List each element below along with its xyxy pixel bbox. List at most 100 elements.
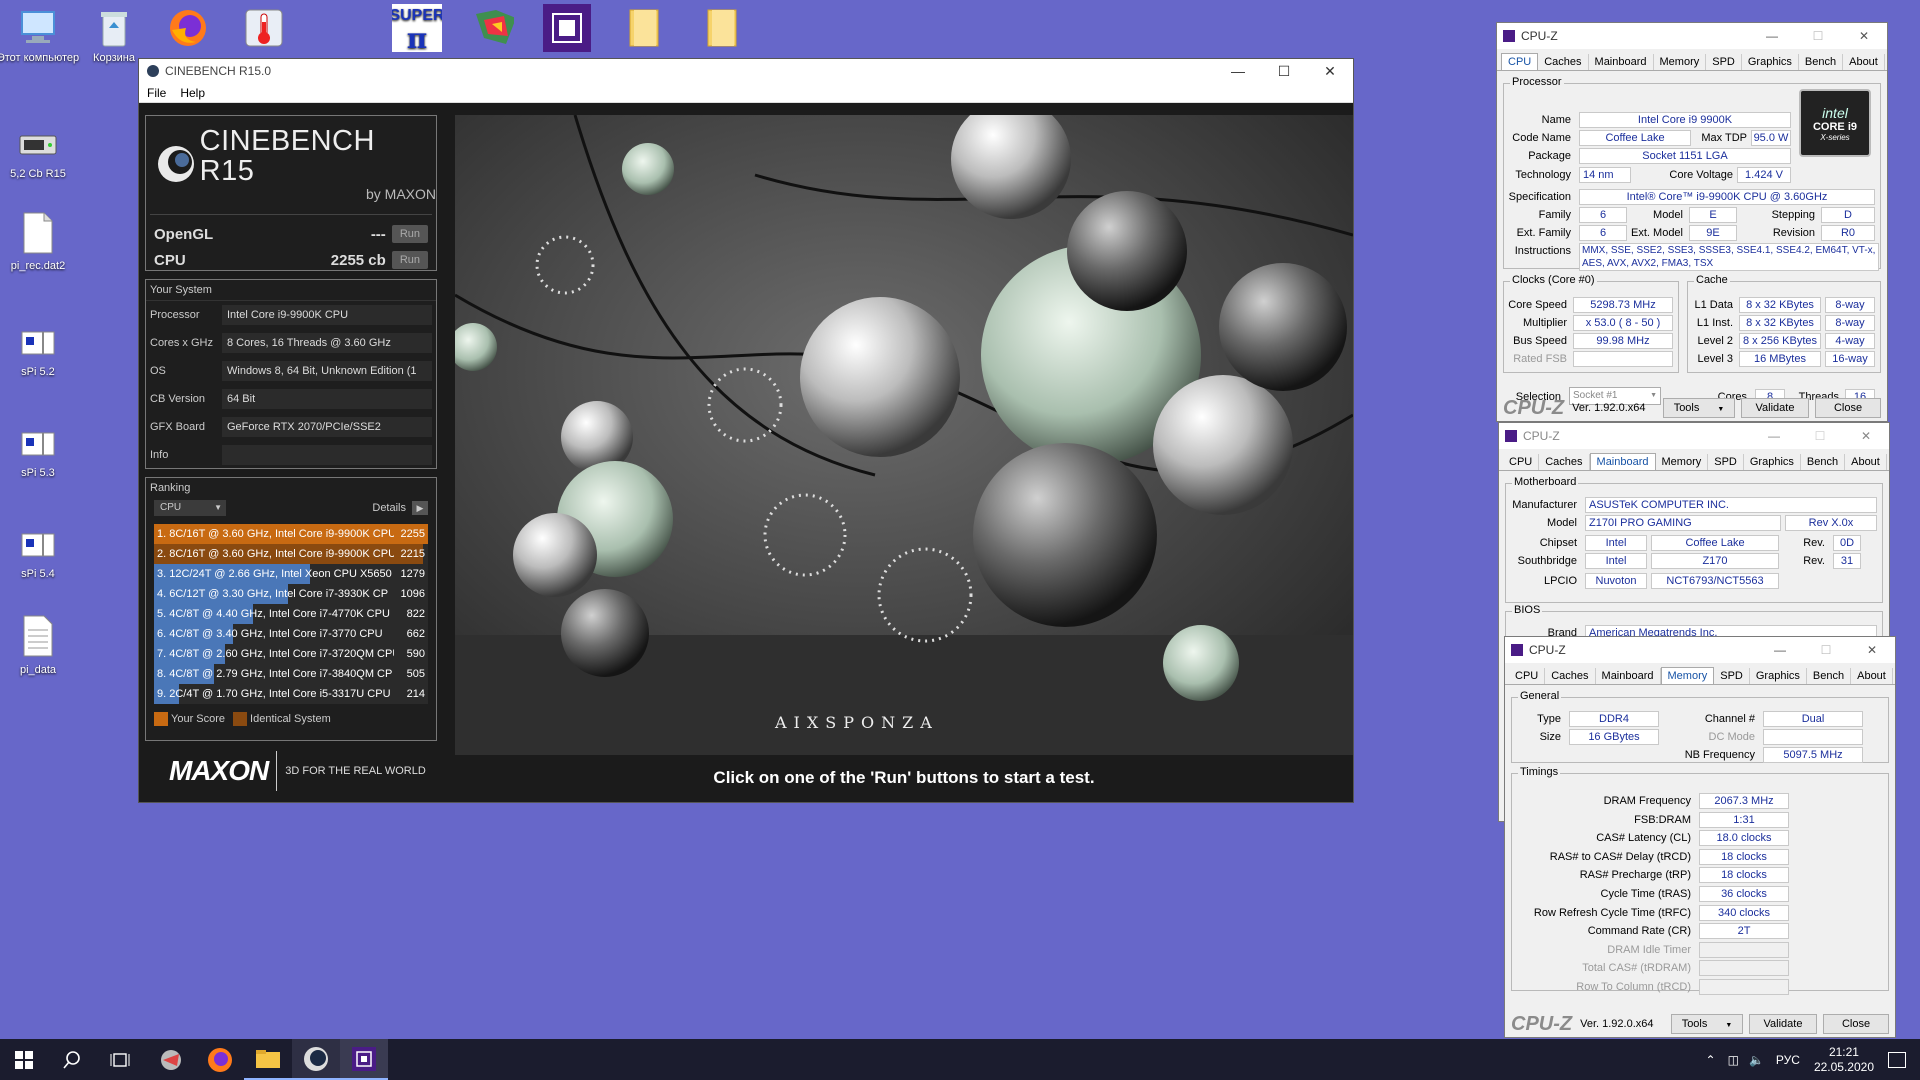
- tab-mainboard[interactable]: Mainboard: [1596, 668, 1661, 684]
- desktop-icon-folder-2[interactable]: [680, 8, 764, 52]
- ranking-row[interactable]: 7. 4C/8T @ 2.60 GHz, Intel Core i7-3720Q…: [154, 644, 428, 664]
- tab-memory[interactable]: Memory: [1654, 54, 1707, 70]
- desktop-icon-pi-rec[interactable]: pi_rec.dat2: [0, 210, 80, 273]
- tab-caches[interactable]: Caches: [1539, 454, 1590, 470]
- tab-mainboard[interactable]: Mainboard: [1589, 54, 1654, 70]
- validate-button[interactable]: Validate: [1741, 398, 1809, 418]
- close-button-footer[interactable]: Close: [1815, 398, 1881, 418]
- ranking-row[interactable]: 1. 8C/16T @ 3.60 GHz, Intel Core i9-9900…: [154, 524, 428, 544]
- tab-bench[interactable]: Bench: [1801, 454, 1846, 470]
- ranking-row[interactable]: 3. 12C/24T @ 2.66 GHz, Intel Xeon CPU X5…: [154, 564, 428, 584]
- cpu-test-row: CPU 2255 cb Run: [146, 247, 436, 273]
- tab-bench[interactable]: Bench: [1807, 668, 1852, 684]
- taskbar-graphics-app[interactable]: [148, 1039, 196, 1080]
- taskbar-file-explorer[interactable]: [244, 1039, 292, 1080]
- start-button[interactable]: [0, 1039, 48, 1080]
- tab-graphics[interactable]: Graphics: [1742, 54, 1799, 70]
- nb-frequency-label: NB Frequency: [1684, 749, 1755, 761]
- maximize-button[interactable]: ☐: [1261, 59, 1307, 83]
- ranking-select[interactable]: CPU ▼: [154, 500, 226, 516]
- chevron-up-icon[interactable]: ⌃: [1706, 1053, 1716, 1067]
- notifications-icon[interactable]: [1888, 1051, 1906, 1068]
- close-button-footer[interactable]: Close: [1823, 1014, 1889, 1034]
- tab-about[interactable]: About: [1845, 454, 1887, 470]
- tab-caches[interactable]: Caches: [1545, 668, 1596, 684]
- cpuz-titlebar[interactable]: CPU-Z — ☐ ✕: [1499, 423, 1889, 449]
- validate-button[interactable]: Validate: [1749, 1014, 1817, 1034]
- desktop-icon-spi54[interactable]: sPi 5.4: [0, 524, 80, 581]
- minimize-button[interactable]: —: [1215, 59, 1261, 83]
- details-button[interactable]: ▶: [412, 501, 428, 515]
- tab-caches[interactable]: Caches: [1538, 54, 1589, 70]
- volume-icon[interactable]: 🔈: [1749, 1053, 1764, 1067]
- taskbar-cinebench[interactable]: [292, 1039, 340, 1080]
- tab-memory[interactable]: Memory: [1656, 454, 1709, 470]
- desktop-icon-superpi[interactable]: SUPER π: [375, 4, 459, 56]
- cpu-label: CPU: [154, 251, 186, 269]
- tab-cpu[interactable]: CPU: [1503, 454, 1540, 470]
- cpuz-titlebar[interactable]: CPU-Z — ☐ ✕: [1505, 637, 1895, 663]
- maximize-button[interactable]: ☐: [1803, 643, 1849, 657]
- ranking-row[interactable]: 8. 4C/8T @ 2.79 GHz, Intel Core i7-3840Q…: [154, 664, 428, 684]
- desktop-icon-graphics-app[interactable]: [452, 8, 536, 52]
- tab-graphics[interactable]: Graphics: [1744, 454, 1801, 470]
- desktop-icon-cpu-app[interactable]: [525, 4, 609, 56]
- taskbar-firefox[interactable]: [196, 1039, 244, 1080]
- close-button[interactable]: ✕: [1841, 29, 1887, 43]
- desktop-icon-cb-shot[interactable]: 5,2 Cb R15: [0, 124, 80, 181]
- tab-cpu[interactable]: CPU: [1509, 668, 1546, 684]
- search-button[interactable]: [48, 1039, 96, 1080]
- cpuz-logo: CPU-Z: [1511, 1012, 1573, 1035]
- tab-graphics[interactable]: Graphics: [1750, 668, 1807, 684]
- menu-help[interactable]: Help: [180, 86, 205, 100]
- language-indicator[interactable]: РУС: [1776, 1053, 1800, 1067]
- tab-spd[interactable]: SPD: [1708, 454, 1744, 470]
- desktop-icon-spi52[interactable]: sPi 5.2: [0, 322, 80, 379]
- desktop-icon-pi-data[interactable]: pi_data: [0, 612, 80, 677]
- tab-memory[interactable]: Memory: [1660, 667, 1715, 684]
- network-icon[interactable]: ◫: [1728, 1053, 1739, 1067]
- ranking-row[interactable]: 2. 8C/16T @ 3.60 GHz, Intel Core i9-9900…: [154, 544, 428, 564]
- tools-button[interactable]: Tools ▼: [1663, 398, 1735, 418]
- logo-and-tests: CINEBENCH R15 by MAXON OpenGL --- Run CP…: [145, 115, 437, 271]
- ranking-row[interactable]: 5. 4C/8T @ 4.40 GHz, Intel Core i7-4770K…: [154, 604, 428, 624]
- task-view-button[interactable]: [96, 1039, 144, 1080]
- name-label: Name: [1541, 114, 1571, 126]
- tab-about[interactable]: About: [1851, 668, 1893, 684]
- taskbar-cpuz[interactable]: [340, 1039, 388, 1080]
- desktop-icon-folder-1[interactable]: [602, 8, 686, 52]
- tab-spd[interactable]: SPD: [1706, 54, 1742, 70]
- tab-about[interactable]: About: [1843, 54, 1885, 70]
- desktop-icon-recycle-bin[interactable]: Корзина: [72, 8, 156, 65]
- system-value: 64 Bit: [222, 389, 432, 409]
- maximize-button[interactable]: ☐: [1795, 29, 1841, 43]
- desktop-icon-thermometer-app[interactable]: [222, 8, 306, 52]
- tools-button[interactable]: Tools ▼: [1671, 1014, 1743, 1034]
- close-button[interactable]: ✕: [1843, 429, 1889, 443]
- ranking-row[interactable]: 4. 6C/12T @ 3.30 GHz, Intel Core i7-3930…: [154, 584, 428, 604]
- clock[interactable]: 21:21 22.05.2020: [1814, 1045, 1874, 1075]
- minimize-button[interactable]: —: [1749, 29, 1795, 43]
- ranking-row[interactable]: 6. 4C/8T @ 3.40 GHz, Intel Core i7-3770 …: [154, 624, 428, 644]
- cpu-run-button[interactable]: Run: [391, 251, 428, 269]
- tab-bench[interactable]: Bench: [1799, 54, 1844, 70]
- tab-cpu[interactable]: CPU: [1501, 53, 1539, 70]
- close-button[interactable]: ✕: [1849, 643, 1895, 657]
- ranking-row[interactable]: 9. 2C/4T @ 1.70 GHz, Intel Core i5-3317U…: [154, 684, 428, 704]
- cinebench-titlebar[interactable]: CINEBENCH R15.0 — ☐ ✕: [139, 59, 1353, 83]
- menu-file[interactable]: File: [147, 86, 166, 100]
- desktop-icon-spi53[interactable]: sPi 5.3: [0, 423, 80, 480]
- desktop-icon-this-pc[interactable]: Этот компьютер: [0, 8, 80, 65]
- opengl-run-button[interactable]: Run: [391, 225, 428, 243]
- system-key: Info: [150, 449, 169, 461]
- desktop-icon-firefox[interactable]: [146, 8, 230, 52]
- maximize-button[interactable]: ☐: [1797, 429, 1843, 443]
- close-button[interactable]: ✕: [1307, 59, 1353, 83]
- minimize-button[interactable]: —: [1757, 643, 1803, 657]
- timing-value: [1699, 960, 1789, 977]
- tab-spd[interactable]: SPD: [1714, 668, 1750, 684]
- desktop-icon-label: 5,2 Cb R15: [10, 168, 66, 180]
- cpuz-titlebar[interactable]: CPU-Z — ☐ ✕: [1497, 23, 1887, 49]
- tab-mainboard[interactable]: Mainboard: [1589, 453, 1656, 470]
- minimize-button[interactable]: —: [1751, 429, 1797, 443]
